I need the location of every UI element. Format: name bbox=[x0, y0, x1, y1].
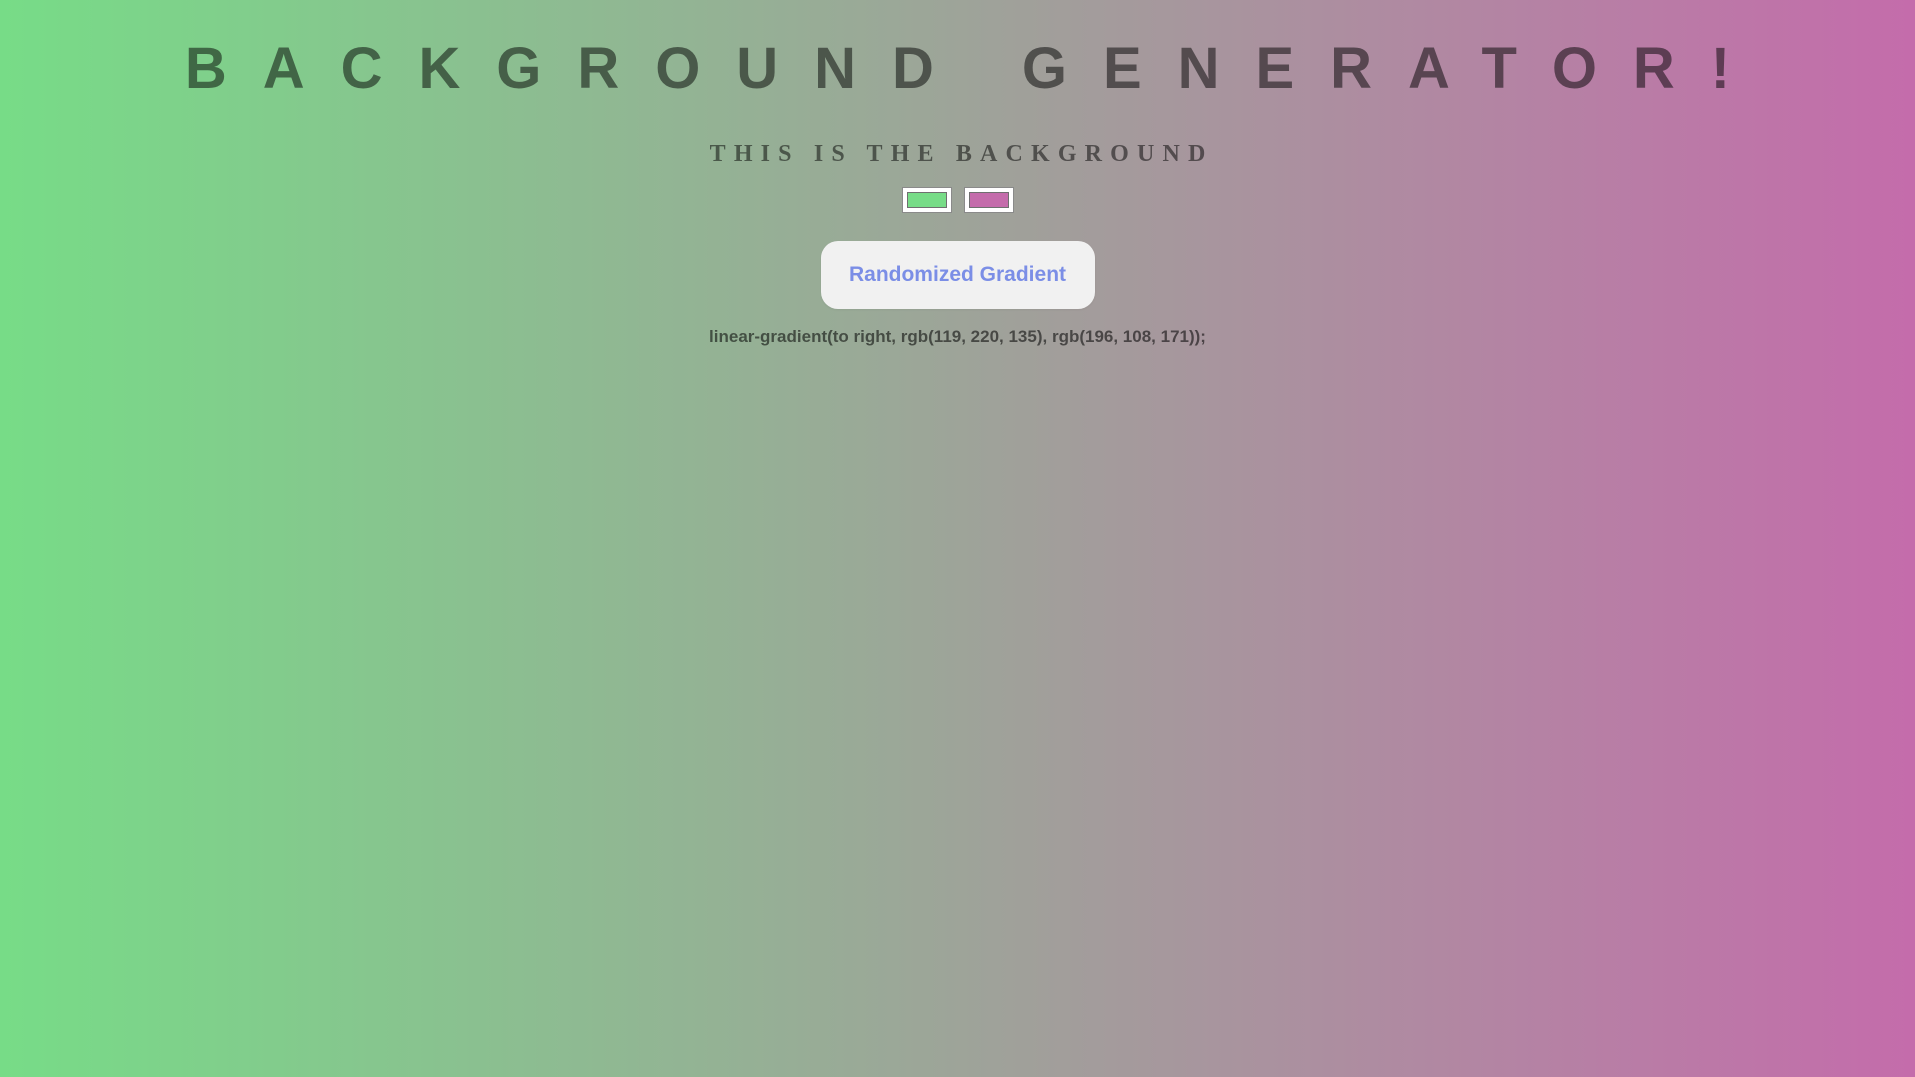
color-swatch-2 bbox=[968, 192, 1009, 208]
color-picker-1[interactable] bbox=[901, 187, 952, 213]
color-picker-row bbox=[0, 187, 1915, 213]
gradient-css-output: linear-gradient(to right, rgb(119, 220, … bbox=[709, 327, 1206, 346]
randomize-button-container: Randomized Gradient bbox=[0, 241, 1915, 309]
color-picker-2[interactable] bbox=[963, 187, 1014, 213]
page: BACKGROUND GENERATOR! THIS IS THE BACKGR… bbox=[0, 0, 1915, 1077]
page-title: BACKGROUND GENERATOR! bbox=[184, 36, 1767, 101]
color-swatch-1 bbox=[906, 192, 947, 208]
randomize-gradient-button[interactable]: Randomized Gradient bbox=[820, 241, 1095, 309]
page-subtitle: THIS IS THE BACKGROUND bbox=[709, 141, 1214, 167]
